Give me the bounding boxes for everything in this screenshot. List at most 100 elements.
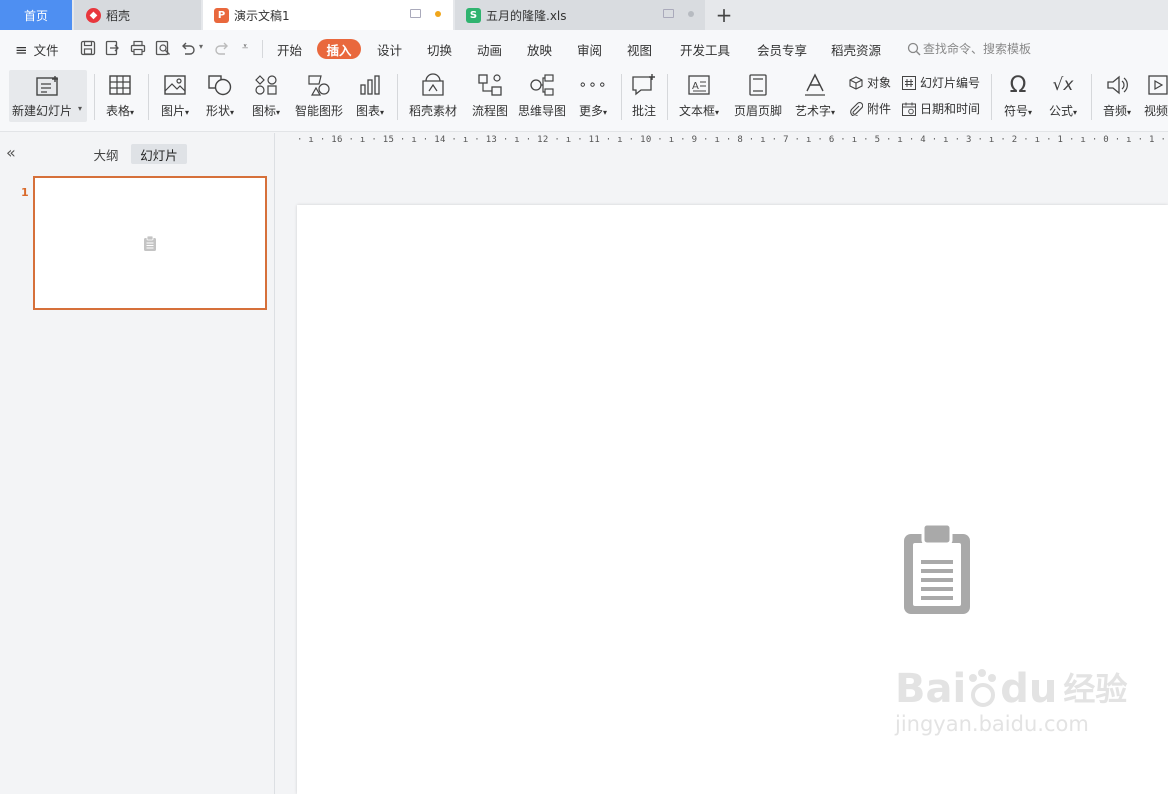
undo-icon[interactable] [180, 40, 196, 56]
smartart-button[interactable]: 智能图形 [293, 70, 345, 126]
slide-thumbnail[interactable] [33, 176, 267, 310]
menu-view[interactable]: 视图 [627, 40, 652, 59]
more-label: 更多 [578, 104, 603, 118]
customize-quick-access-icon[interactable]: ⩡ [242, 40, 248, 54]
collapse-pane-icon[interactable]: « [6, 143, 16, 162]
tab-daoke-label: 稻壳 [106, 8, 131, 23]
spreadsheet-app-icon: S [466, 7, 481, 23]
comment-label: 批注 [631, 104, 656, 118]
divider [1091, 74, 1092, 120]
tab-spreadsheet[interactable]: S 五月的隆隆.xls [455, 0, 705, 30]
slide-number-button[interactable]: 幻灯片编号 [902, 74, 980, 91]
watermark-suffix: 经验 [1063, 670, 1128, 708]
icon-button[interactable]: 图标▾ [248, 70, 284, 126]
tab-slides[interactable]: 幻灯片 [131, 144, 187, 164]
menu-animation[interactable]: 动画 [477, 40, 502, 59]
tab-home-label: 首页 [23, 8, 48, 23]
presentation-app-icon: P [214, 7, 229, 23]
file-menu-button[interactable]: ≡ 文件 [15, 40, 59, 59]
object-button[interactable]: 对象 [849, 74, 891, 91]
mindmap-icon [529, 72, 555, 98]
shape-icon [207, 72, 233, 98]
tab-home[interactable]: 首页 [0, 0, 72, 30]
divider [148, 74, 149, 120]
wordart-button[interactable]: 艺术字▾ [792, 70, 838, 126]
menu-developer[interactable]: 开发工具 [680, 40, 730, 59]
tab-daoke[interactable]: ◆ 稻壳 [74, 0, 201, 30]
watermark-brand: Bai [895, 666, 967, 712]
save-icon[interactable] [80, 40, 96, 56]
tab-outline[interactable]: 大纲 [88, 144, 124, 164]
new-slide-button[interactable]: 新建幻灯片 ▾ [9, 70, 87, 122]
table-icon [107, 72, 133, 98]
menu-daoke-resources[interactable]: 稻壳资源 [831, 40, 881, 59]
video-button[interactable]: 视频 [1144, 70, 1168, 126]
menu-slideshow[interactable]: 放映 [527, 40, 552, 59]
header-footer-label: 页眉页脚 [733, 104, 782, 118]
watermark-url: jingyan.baidu.com [895, 712, 1089, 736]
divider [94, 74, 95, 120]
svg-text:A: A [692, 81, 699, 92]
divider [667, 74, 668, 120]
menu-bar: ≡ 文件 ▾ ⩡ 开始 插入 设计 切换 动画 放映 审阅 视图 开发工具 会员… [0, 30, 1168, 68]
audio-label: 音频 [1102, 104, 1127, 118]
textbox-button[interactable]: A 文本框▾ [676, 70, 722, 126]
picture-button[interactable]: 图片▾ [157, 70, 193, 126]
menu-review[interactable]: 审阅 [577, 40, 602, 59]
textbox-label: 文本框 [678, 104, 715, 118]
close-dot-icon[interactable] [688, 10, 694, 17]
comment-button[interactable]: 批注 [630, 70, 658, 126]
divider [397, 74, 398, 120]
command-search-input[interactable]: 查找命令、搜索模板 [907, 40, 1031, 57]
chart-button[interactable]: 图表▾ [352, 70, 388, 126]
divider [262, 40, 263, 58]
attachment-button[interactable]: 附件 [849, 100, 891, 117]
header-footer-button[interactable]: 页眉页脚 [733, 70, 783, 126]
add-tab-button[interactable]: + [712, 0, 736, 30]
watermark-brand-2: du [1000, 666, 1058, 712]
table-button[interactable]: 表格▾ [102, 70, 138, 126]
redo-icon[interactable] [214, 40, 230, 56]
screen-icon[interactable] [410, 9, 421, 18]
more-button[interactable]: ∘∘∘ 更多▾ [576, 70, 610, 126]
menu-member[interactable]: 会员专享 [757, 40, 807, 59]
menu-start[interactable]: 开始 [277, 40, 302, 59]
divider [991, 74, 992, 120]
daoke-material-button[interactable]: 稻壳素材 [407, 70, 459, 126]
formula-button[interactable]: √x 公式▾ [1045, 70, 1081, 126]
menu-design[interactable]: 设计 [377, 40, 402, 59]
export-pdf-icon[interactable] [105, 40, 121, 56]
chart-label: 图表 [355, 104, 380, 118]
formula-label: 公式 [1048, 104, 1073, 118]
menu-insert[interactable]: 插入 [317, 39, 361, 59]
daoke-logo-icon: ◆ [86, 7, 101, 23]
more-icon: ∘∘∘ [578, 77, 608, 93]
picture-label: 图片 [160, 104, 185, 118]
material-icon [420, 72, 446, 98]
print-icon[interactable] [130, 40, 146, 56]
unsaved-dot-icon [435, 10, 441, 17]
smartart-icon [306, 72, 332, 98]
tab-presentation[interactable]: P 演示文稿1 [203, 0, 453, 30]
tab-outline-label: 大纲 [93, 147, 119, 163]
daoke-material-label: 稻壳素材 [408, 104, 457, 118]
menu-transition[interactable]: 切换 [427, 40, 452, 59]
divider [621, 74, 622, 120]
wordart-icon [802, 72, 828, 98]
object-label: 对象 [867, 76, 892, 90]
audio-button[interactable]: 音频▾ [1099, 70, 1135, 126]
date-time-button[interactable]: 日期和时间 [902, 100, 980, 117]
file-menu-label: 文件 [33, 43, 59, 58]
slide-number-label: 幻灯片编号 [920, 76, 981, 90]
comment-icon [631, 72, 657, 98]
undo-dropdown-icon[interactable]: ▾ [199, 42, 203, 51]
mindmap-button[interactable]: 思维导图 [517, 70, 567, 126]
menu-insert-label: 插入 [326, 42, 352, 58]
screen-icon[interactable] [663, 9, 674, 18]
symbol-button[interactable]: Ω 符号▾ [1000, 70, 1036, 126]
print-preview-icon[interactable] [155, 40, 171, 56]
shape-button[interactable]: 形状▾ [202, 70, 238, 126]
slide-number: 1 [21, 186, 29, 199]
flowchart-button[interactable]: 流程图 [470, 70, 510, 126]
header-footer-icon [745, 72, 771, 98]
